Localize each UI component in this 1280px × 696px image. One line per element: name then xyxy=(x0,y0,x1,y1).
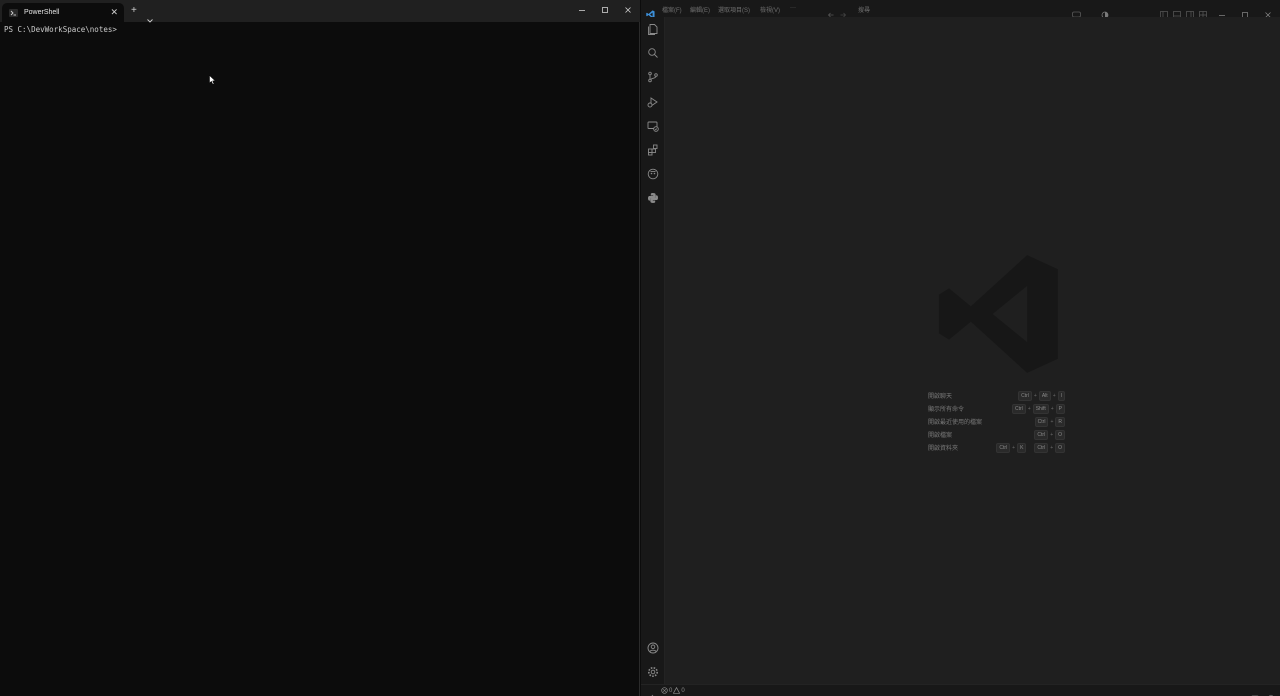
chevron-down-icon[interactable] xyxy=(147,8,153,27)
maximize-icon[interactable] xyxy=(598,4,612,16)
key-plus: + xyxy=(1052,392,1056,399)
python-icon[interactable] xyxy=(646,191,660,205)
notifications-bell-icon[interactable] xyxy=(1267,687,1275,696)
tab-powershell[interactable]: PowerShell ✕ xyxy=(2,3,124,22)
keycap: O xyxy=(1055,429,1065,440)
remote-explorer-icon[interactable] xyxy=(646,119,660,133)
shortcut-keys: Ctrl + Alt + I xyxy=(1018,390,1065,401)
keycap: Ctrl xyxy=(1034,416,1049,427)
close-window-icon[interactable] xyxy=(621,4,635,16)
status-bar: 0 0 xyxy=(641,684,1280,696)
shortcut-list: 開啟聊天 Ctrl + Alt + I 顯示所有命令 Ctrl + Shift + P 開啟最近使用的檔… xyxy=(928,389,1065,454)
keycap: Alt xyxy=(1038,390,1051,401)
editor-empty-state: 開啟聊天 Ctrl + Alt + I 顯示所有命令 Ctrl + Shift + P 開啟最近使用的檔… xyxy=(665,17,1280,684)
shortcut-label: 開啟資料夾 xyxy=(928,446,959,452)
mouse-pointer-icon xyxy=(209,70,216,89)
shortcut-label: 開啟檔案 xyxy=(928,433,953,439)
shortcut-row[interactable]: 開啟聊天 Ctrl + Alt + I xyxy=(928,389,1065,402)
shortcut-row[interactable]: 開啟資料夾 Ctrl + K Ctrl + O xyxy=(928,441,1065,454)
error-count: 0 xyxy=(669,687,673,694)
run-debug-icon[interactable] xyxy=(646,95,660,109)
keycap: K xyxy=(1017,442,1027,453)
keycap: O xyxy=(1055,442,1065,453)
keycap: Ctrl xyxy=(1034,442,1049,453)
remote-indicator-icon[interactable] xyxy=(646,687,654,696)
key-plus: + xyxy=(1050,431,1054,438)
shortcut-keys: Ctrl + K Ctrl + O xyxy=(996,442,1065,453)
keycap: Ctrl xyxy=(996,442,1011,453)
terminal-prompt[interactable]: PS C:\DevWorkSpace\notes> xyxy=(4,25,117,34)
shortcut-keys: Ctrl + R xyxy=(1034,416,1065,427)
menu-more[interactable]: ··· xyxy=(790,5,796,11)
key-plus: + xyxy=(1012,444,1016,451)
keycap: P xyxy=(1055,403,1065,414)
tab-title: PowerShell xyxy=(24,9,60,16)
vscode-watermark-icon xyxy=(935,249,1063,383)
extensions-icon[interactable] xyxy=(646,143,660,157)
key-plus: + xyxy=(1027,405,1031,412)
source-control-icon[interactable] xyxy=(646,70,660,84)
menu-file[interactable]: 檔案(F) xyxy=(662,5,682,14)
problems-status[interactable]: 0 0 xyxy=(661,687,685,694)
shortcut-label: 顯示所有命令 xyxy=(928,407,965,413)
command-center-search[interactable]: 搜尋 xyxy=(858,5,870,14)
activity-bar xyxy=(641,17,665,684)
new-tab-button[interactable]: + xyxy=(131,6,137,16)
terminal-tab-bar: PowerShell ✕ + xyxy=(0,0,640,23)
close-tab-icon[interactable]: ✕ xyxy=(110,7,118,17)
key-plus: + xyxy=(1050,405,1054,412)
shortcut-keys: Ctrl + Shift + P xyxy=(1012,403,1065,414)
key-plus: + xyxy=(1050,444,1054,451)
key-plus: + xyxy=(1050,418,1054,425)
shortcut-row[interactable]: 開啟最近使用的檔案 Ctrl + R xyxy=(928,415,1065,428)
keycap: Ctrl xyxy=(1012,403,1026,414)
explorer-icon[interactable] xyxy=(646,22,660,36)
warning-count: 0 xyxy=(681,687,685,694)
vscode-title-bar: 檔案(F) 編輯(E) 選取項目(S) 檢視(V) ··· 搜尋 xyxy=(641,0,1280,21)
keycap: I xyxy=(1057,390,1065,401)
menu-selection[interactable]: 選取項目(S) xyxy=(718,5,750,14)
keycap: Ctrl xyxy=(1018,390,1032,401)
powershell-icon xyxy=(9,8,18,17)
menu-edit[interactable]: 編輯(E) xyxy=(690,5,710,14)
shortcut-row[interactable]: 開啟檔案 Ctrl + O xyxy=(928,428,1065,441)
ports-icon[interactable] xyxy=(1251,687,1259,696)
gear-icon[interactable] xyxy=(646,665,660,679)
minimize-icon[interactable] xyxy=(575,4,589,16)
accounts-icon[interactable] xyxy=(646,641,660,655)
keycap: R xyxy=(1055,416,1065,427)
shortcut-label: 開啟聊天 xyxy=(928,394,953,400)
copilot-icon[interactable] xyxy=(646,167,660,181)
shortcut-keys: Ctrl + O xyxy=(1034,429,1065,440)
search-icon[interactable] xyxy=(646,46,660,60)
error-icon xyxy=(661,687,668,694)
terminal-window: PowerShell ✕ + PS C:\DevWorkSpace\notes> xyxy=(0,0,640,696)
keycap: Ctrl xyxy=(1034,429,1049,440)
shortcut-row[interactable]: 顯示所有命令 Ctrl + Shift + P xyxy=(928,402,1065,415)
shortcut-label: 開啟最近使用的檔案 xyxy=(928,420,983,426)
key-plus: + xyxy=(1033,392,1037,399)
menu-view[interactable]: 檢視(V) xyxy=(760,5,780,14)
keycap: Shift xyxy=(1032,403,1049,414)
warning-icon xyxy=(673,687,681,694)
vscode-window: 檔案(F) 編輯(E) 選取項目(S) 檢視(V) ··· 搜尋 開啟聊天 Ct… xyxy=(641,0,1280,696)
